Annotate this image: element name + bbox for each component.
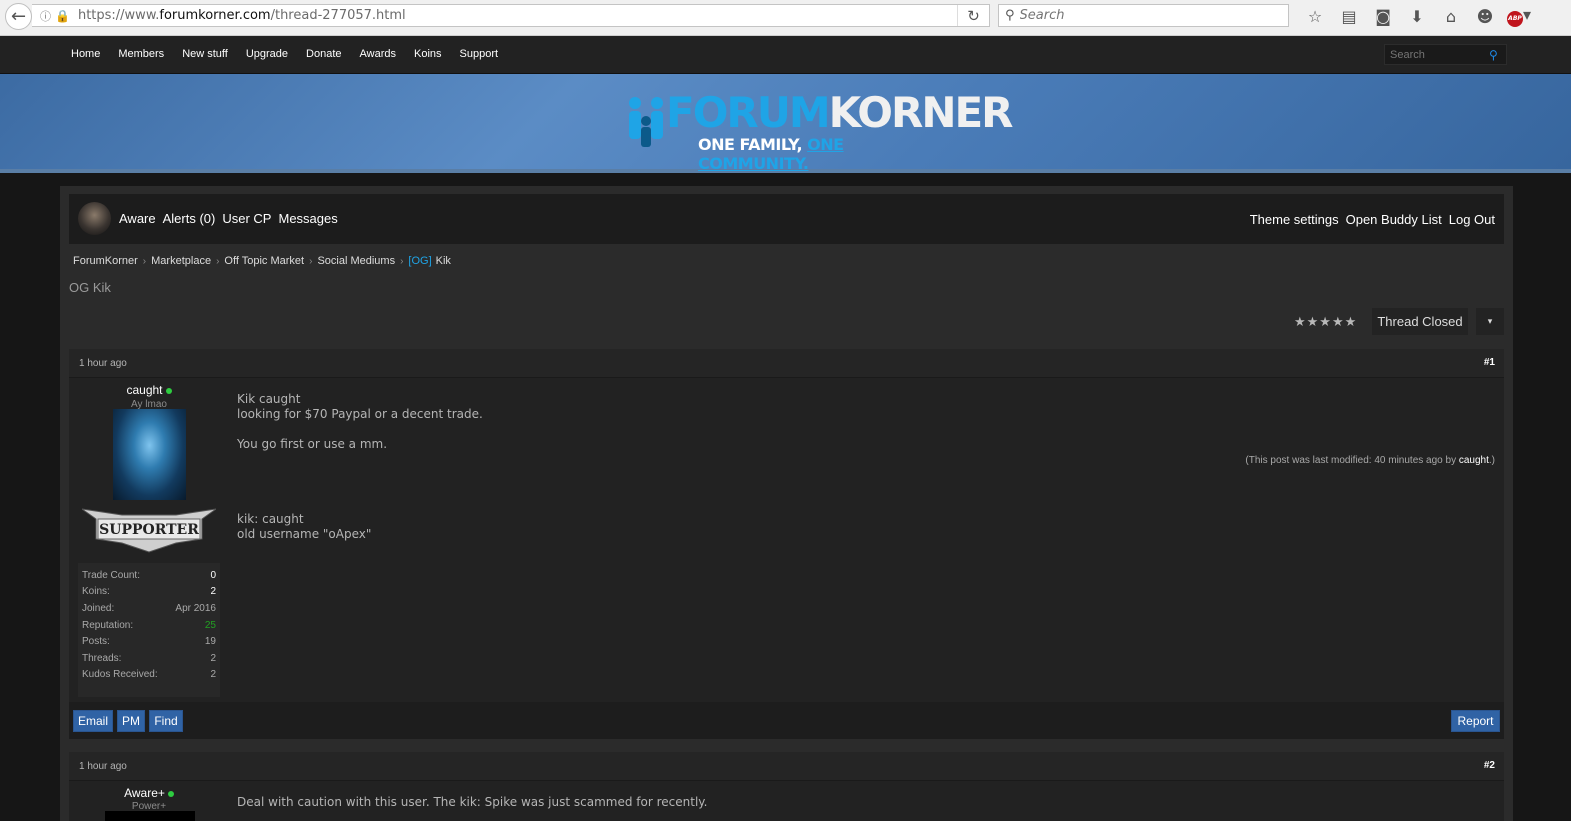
nav-new-stuff[interactable]: New stuff — [182, 48, 228, 60]
browser-toolbar: ← ⓘ 🔒 https://www.forumkorner.com/thread… — [0, 0, 1571, 36]
breadcrumb-social-mediums[interactable]: Social Mediums — [317, 255, 395, 267]
stat-koins: Koins: 2 — [82, 586, 216, 598]
avatar[interactable] — [105, 811, 195, 821]
nav-donate[interactable]: Donate — [306, 48, 341, 60]
post-time: 1 hour ago — [79, 358, 127, 369]
site-search-input[interactable] — [1390, 48, 1485, 61]
find-button[interactable]: Find — [149, 710, 183, 732]
svg-text:SUPPORTER: SUPPORTER — [99, 522, 199, 538]
online-indicator — [165, 387, 172, 394]
post: 1 hour ago #1 caught Ay lmao SUPPORTER T… — [69, 349, 1504, 739]
reading-list-icon[interactable]: ▤ — [1332, 7, 1366, 26]
thread-closed-button[interactable]: Thread Closed — [1372, 308, 1468, 335]
online-indicator — [167, 790, 174, 797]
alerts-link[interactable]: Alerts (0) — [163, 211, 216, 226]
main-container: Aware Alerts (0) User CP Messages Theme … — [60, 186, 1513, 821]
home-icon[interactable]: ⌂ — [1434, 7, 1468, 26]
site-search: ⚲ — [1384, 44, 1507, 65]
avatar[interactable] — [78, 202, 111, 235]
breadcrumb-separator: › — [142, 255, 147, 267]
breadcrumb: ForumKorner › Marketplace › Off Topic Ma… — [73, 255, 451, 267]
modified-by-link[interactable]: caught — [1459, 455, 1489, 466]
stat-posts: Posts: 19 — [82, 636, 216, 648]
address-bar[interactable]: ⓘ 🔒 https://www.forumkorner.com/thread-2… — [32, 4, 990, 27]
nav-upgrade[interactable]: Upgrade — [246, 48, 288, 60]
email-button[interactable]: Email — [73, 710, 113, 732]
breadcrumb-off-topic-market[interactable]: Off Topic Market — [224, 255, 304, 267]
post-modified-note: (This post was last modified: 40 minutes… — [1245, 455, 1495, 466]
breadcrumb-current: Kik — [435, 255, 451, 267]
site-logo[interactable]: FORUMKORNER ONE FAMILY, ONE COMMUNITY. — [626, 91, 1014, 173]
pm-button[interactable]: PM — [117, 710, 145, 732]
site-banner: FORUMKORNER ONE FAMILY, ONE COMMUNITY. — [0, 74, 1571, 173]
nav-home[interactable]: Home — [71, 48, 100, 60]
username-link[interactable]: Aware — [119, 211, 156, 226]
post: 1 hour ago #2 Aware+ Power+ Deal with ca… — [69, 752, 1504, 821]
user-links: Aware Alerts (0) User CP Messages — [119, 211, 345, 226]
nav-members[interactable]: Members — [118, 48, 164, 60]
post-number[interactable]: #2 — [1484, 760, 1495, 771]
adblock-icon[interactable]: ABP▾ — [1502, 5, 1536, 27]
post-header: 1 hour ago #2 — [69, 752, 1504, 781]
nav-support[interactable]: Support — [460, 48, 499, 60]
post-number[interactable]: #1 — [1484, 357, 1495, 368]
logo-tagline: ONE FAMILY, ONE COMMUNITY. — [698, 135, 844, 173]
theme-settings-link[interactable]: Theme settings — [1250, 212, 1339, 227]
search-icon: ⚲ — [1005, 8, 1015, 23]
family-logo-icon — [629, 97, 663, 147]
avatar[interactable] — [113, 409, 186, 500]
logo-title: FORUMKORNER — [666, 88, 1014, 137]
logout-link[interactable]: Log Out — [1449, 212, 1495, 227]
user-cp-link[interactable]: User CP — [222, 211, 271, 226]
breadcrumb-marketplace[interactable]: Marketplace — [151, 255, 211, 267]
thread-rating[interactable]: ★★★★★ — [1294, 315, 1357, 330]
post-body: Kik caught looking for $70 Paypal or a d… — [237, 392, 483, 541]
user-actions: Theme settings Open Buddy List Log Out — [1243, 212, 1495, 227]
post-header: 1 hour ago #1 — [69, 349, 1504, 378]
post-username[interactable]: caught — [75, 383, 223, 397]
star-icon[interactable]: ☆ — [1298, 7, 1332, 26]
page-title: OG Kik — [69, 280, 111, 295]
download-icon[interactable]: ⬇ — [1400, 7, 1434, 26]
browser-tools: ☆ ▤ ◙ ⬇ ⌂ ☻ ABP▾ — [1298, 5, 1536, 27]
url-text[interactable]: https://www.forumkorner.com/thread-27705… — [78, 8, 406, 23]
user-bar: Aware Alerts (0) User CP Messages Theme … — [69, 194, 1504, 244]
breadcrumb-separator: › — [309, 255, 313, 267]
back-button[interactable]: ← — [5, 3, 32, 30]
post-username[interactable]: Aware+ — [75, 786, 223, 800]
chat-icon[interactable]: ☻ — [1468, 7, 1502, 26]
info-icon[interactable]: ⓘ — [40, 8, 51, 24]
breadcrumb-separator: › — [400, 255, 404, 267]
search-icon[interactable]: ⚲ — [1489, 48, 1498, 62]
stat-trade-count: Trade Count: 0 — [82, 569, 216, 581]
messages-link[interactable]: Messages — [278, 211, 337, 226]
reload-icon[interactable]: ↻ — [957, 5, 989, 26]
breadcrumb-forumkorner[interactable]: ForumKorner — [73, 255, 138, 267]
nav-links: Home Members New stuff Upgrade Donate Aw… — [71, 48, 516, 60]
browser-search-box[interactable]: ⚲ — [998, 4, 1289, 27]
supporter-badge: SUPPORTER — [82, 508, 216, 553]
stat-kudos: Kudos Received: 2 — [82, 669, 216, 681]
nav-koins[interactable]: Koins — [414, 48, 442, 60]
report-button[interactable]: Report — [1451, 710, 1500, 732]
buddy-list-link[interactable]: Open Buddy List — [1346, 212, 1442, 227]
thread-prefix: [OG] — [408, 255, 432, 267]
post-footer: Email PM Find Report — [69, 702, 1504, 739]
post-body: Deal with caution with this user. The ki… — [237, 795, 708, 809]
stat-joined: Joined: Apr 2016 — [82, 602, 216, 614]
chevron-down-icon[interactable]: ▾ — [1476, 308, 1504, 335]
site-nav: Home Members New stuff Upgrade Donate Aw… — [0, 36, 1571, 74]
user-stats: Trade Count: 0 Koins: 2 Joined: Apr 2016 Re… — [78, 563, 220, 697]
lock-warning-icon[interactable]: 🔒 — [55, 9, 70, 23]
arrow-left-icon: ← — [10, 6, 27, 27]
nav-awards[interactable]: Awards — [360, 48, 396, 60]
browser-search-input[interactable] — [1019, 8, 1280, 23]
stat-threads: Threads: 2 — [82, 652, 216, 664]
post-time: 1 hour ago — [79, 761, 127, 772]
stat-reputation: Reputation: 25 — [82, 619, 216, 631]
pocket-icon[interactable]: ◙ — [1366, 7, 1400, 26]
breadcrumb-separator: › — [216, 255, 220, 267]
